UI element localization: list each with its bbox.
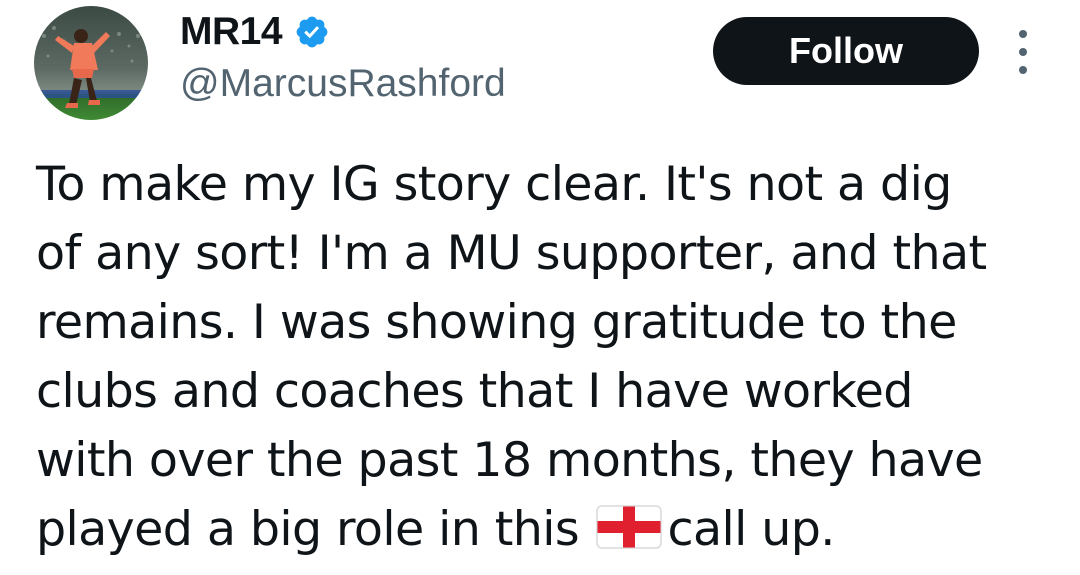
tweet-line: clubs and coaches that I have worked — [36, 364, 913, 419]
avatar[interactable] — [34, 6, 148, 120]
tweet-text-segment: call up. — [667, 502, 836, 557]
tweet-line: with over the past 18 months, they have — [36, 433, 983, 488]
display-name-row: MR14 — [180, 8, 330, 56]
player-celebrating-avatar — [34, 6, 148, 120]
verified-badge-icon[interactable] — [294, 14, 330, 50]
tweet-text-segment: played a big role in this — [36, 502, 580, 557]
tweet-line: remains. I was showing gratitude to the — [36, 295, 957, 350]
tweet-text: To make my IG story clear. It's not a di… — [36, 150, 1046, 564]
display-name[interactable]: MR14 — [180, 8, 283, 56]
more-dot — [1019, 30, 1027, 38]
user-handle[interactable]: @MarcusRashford — [180, 58, 506, 110]
more-dot — [1019, 66, 1027, 74]
tweet-line-last: played a big role in this call up. — [36, 495, 1046, 564]
england-flag-icon — [595, 499, 662, 549]
follow-button[interactable]: Follow — [713, 17, 979, 85]
more-vertical-icon[interactable] — [1008, 30, 1038, 74]
more-dot — [1019, 48, 1027, 56]
tweet-line: of any sort! I'm a MU supporter, and tha… — [36, 226, 987, 281]
tweet-line: To make my IG story clear. It's not a di… — [36, 157, 952, 212]
